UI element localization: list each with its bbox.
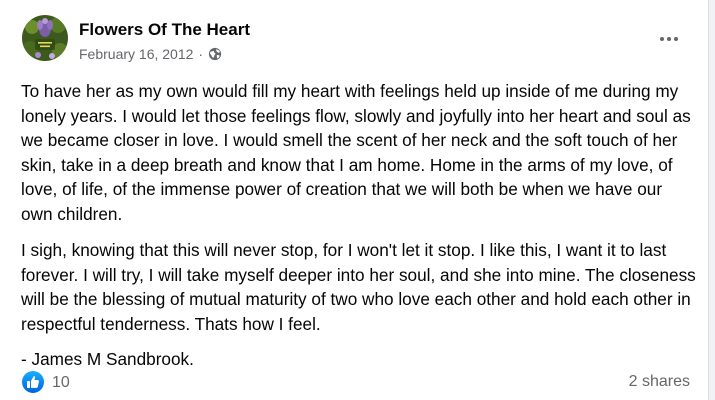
more-options-dot [674, 37, 678, 41]
post-meta: February 16, 2012 · [79, 45, 222, 63]
post-card: Flowers Of The Heart February 16, 2012 ·… [0, 0, 709, 400]
more-options-dot [667, 37, 671, 41]
post-paragraph: To have her as my own would fill my hear… [21, 81, 691, 224]
post-paragraph: I sigh, knowing that this will never sto… [21, 240, 696, 334]
meta-separator: · [198, 46, 204, 62]
avatar-image [22, 15, 68, 61]
post-signature: - James M Sandbrook. [21, 349, 194, 369]
page-avatar[interactable] [22, 15, 68, 61]
like-icon[interactable] [22, 371, 44, 393]
post-date[interactable]: February 16, 2012 [79, 45, 193, 63]
reaction-count[interactable]: 10 [52, 373, 70, 393]
page-name[interactable]: Flowers Of The Heart [79, 20, 250, 40]
post-body: To have her as my own would fill my hear… [21, 79, 697, 384]
more-options-icon [660, 37, 664, 41]
more-options-button[interactable] [654, 27, 684, 51]
globe-icon[interactable] [208, 47, 222, 61]
shares-count[interactable]: 2 shares [598, 372, 690, 392]
